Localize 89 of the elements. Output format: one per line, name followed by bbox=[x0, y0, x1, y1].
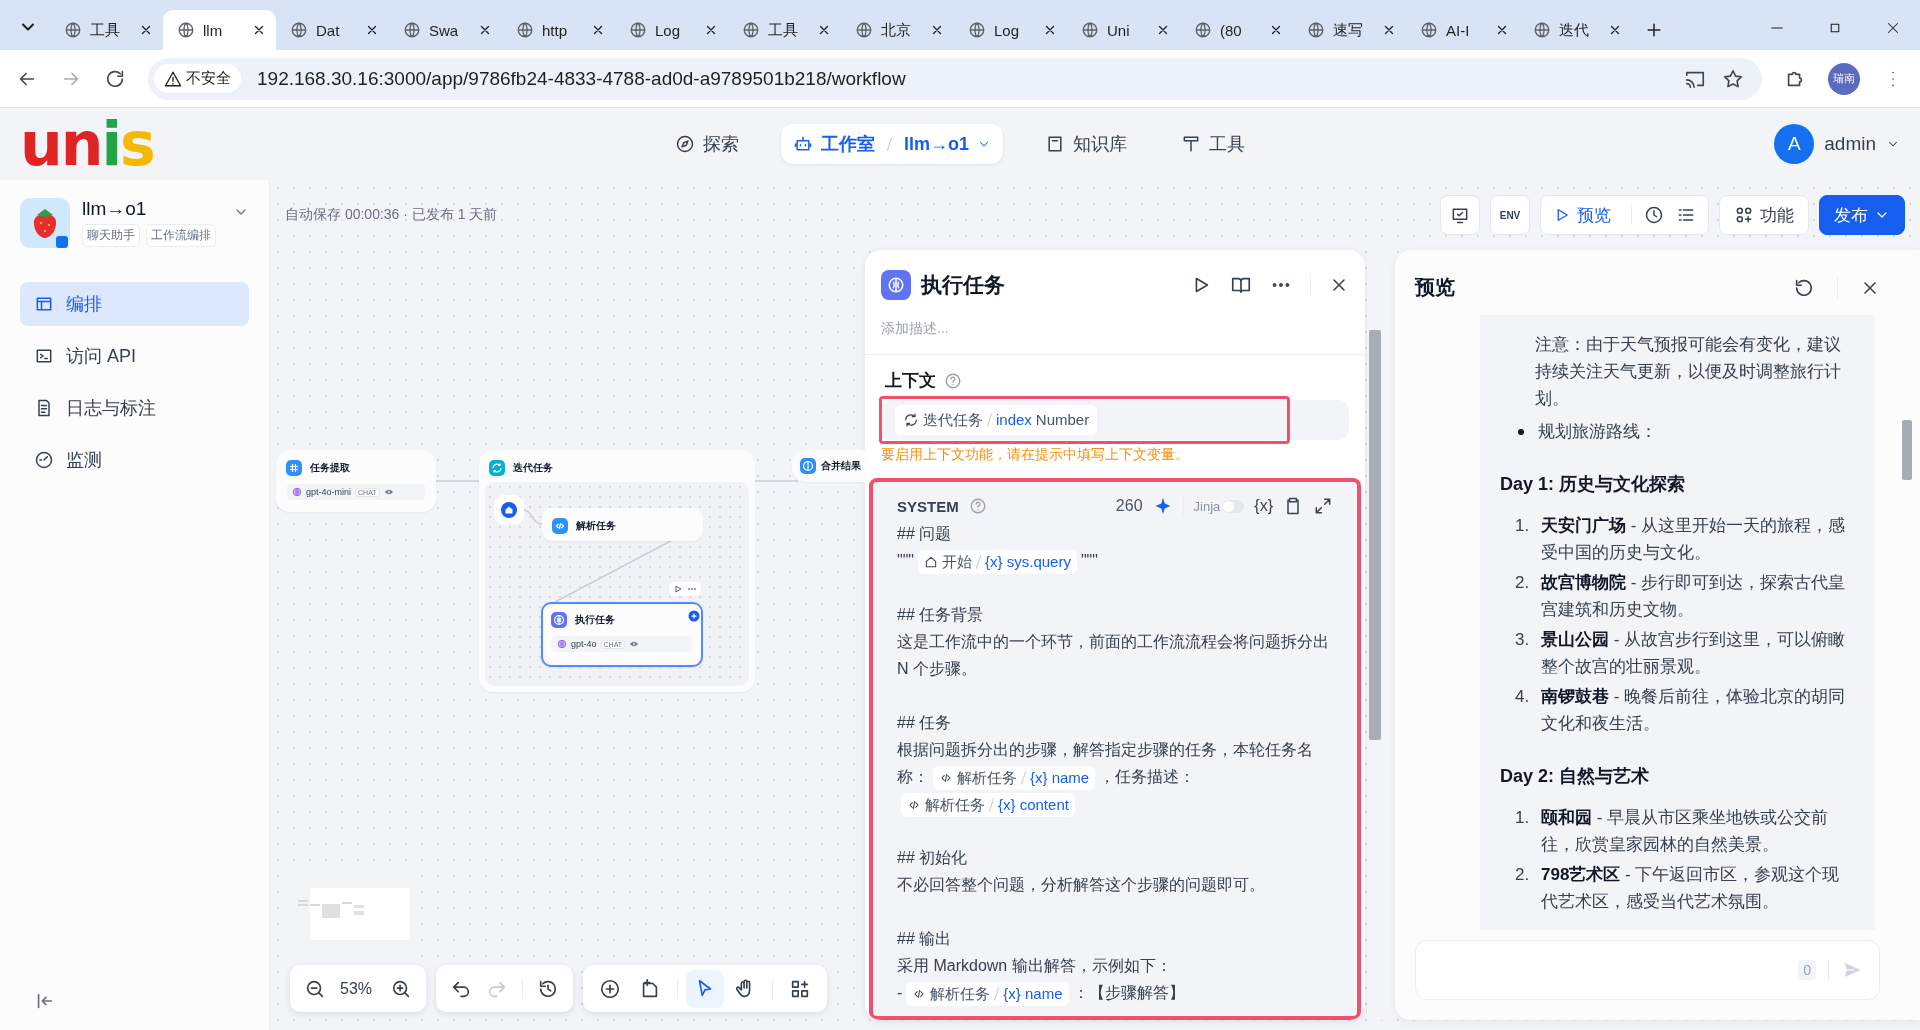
list-item-text: 故宫博物院 - 步行即可到达，探索古代皇宫建筑和历史文物。 bbox=[1541, 572, 1847, 621]
env-button[interactable]: ENV bbox=[1490, 195, 1530, 235]
prompt-heading: ## 输出 bbox=[897, 930, 952, 947]
features-button[interactable]: 功能 bbox=[1719, 195, 1809, 235]
workflow-node[interactable]: 解析任务 bbox=[542, 508, 703, 541]
prompt-line: 根据问题拆分出的步骤，解答指定步骤的任务，本轮任务名称： 解析任务 {x} name ，任务描述： 解析任务 {x} content bbox=[897, 736, 1333, 817]
node-title: 解析任务 bbox=[576, 519, 616, 533]
profile-avatar[interactable]: 瑞南 bbox=[1828, 62, 1860, 95]
app-name[interactable]: llm→o1 bbox=[82, 198, 221, 220]
nav-tab[interactable]: 工具 bbox=[1169, 124, 1257, 164]
list-number: 3. bbox=[1515, 629, 1531, 651]
message-heading: Day 1: 历史与文化探索 bbox=[1500, 473, 1687, 496]
browser-tab[interactable]: 工具 bbox=[728, 10, 841, 50]
browser-tab[interactable]: llm bbox=[163, 10, 276, 50]
nav-tab[interactable]: 知识库 bbox=[1033, 124, 1139, 164]
prompt-line: - 解析任务 {x} name ：【步骤解答】 bbox=[897, 979, 1333, 1006]
browser-tab[interactable]: Uni bbox=[1067, 10, 1180, 50]
list-item-text: 颐和园 - 早晨从市区乘坐地铁或公交前往，欣赏皇家园林的自然美景。 bbox=[1541, 807, 1830, 856]
browser-tab[interactable]: 迭代 bbox=[1519, 10, 1632, 50]
app-tag: 聊天助手 bbox=[82, 224, 140, 247]
message-paragraph: 注意：由于天气预报可能会有变化，建议持续关注天气更新，以便及时调整旅行计划。 bbox=[1535, 334, 1842, 410]
sidebar-item[interactable]: 编排 bbox=[20, 282, 249, 326]
character-count: 0 bbox=[1798, 960, 1816, 980]
panel-title: 执行任务 bbox=[921, 272, 1006, 298]
logo[interactable]: unis bbox=[20, 114, 663, 174]
node-title: 合并结果 bbox=[821, 459, 861, 473]
message-heading: Day 2: 自然与艺术 bbox=[1500, 765, 1651, 788]
list-item-text: 798艺术区 - 下午返回市区，参观这个现代艺术区，感受当代艺术氛围。 bbox=[1541, 864, 1841, 913]
autosave-status: 自动保存 00:00:36 · 已发布 1 天前 bbox=[285, 206, 498, 224]
url-text: 192.168.30.16:3000/app/9786fb24-4833-4788-ad0d-a9789501b218/workflow bbox=[257, 67, 907, 90]
jinja-label: Jinja bbox=[1193, 498, 1221, 514]
app-tag: 工作流编排 bbox=[146, 224, 216, 247]
workflow-node[interactable]: 合并结果 bbox=[792, 450, 865, 482]
variable-chip[interactable]: 解析任务 {x} name bbox=[933, 765, 1096, 790]
prompt-line: 不必回答整个问题，分析解答这个步骤的问题即可。 bbox=[897, 875, 1266, 895]
prompt-heading: ## 任务 bbox=[897, 714, 952, 731]
user-name[interactable]: admin bbox=[1824, 133, 1876, 155]
field-label: 上下文 bbox=[885, 370, 936, 392]
prompt-line: 采用 Markdown 输出解答，示例如下： bbox=[897, 956, 1173, 976]
list-number: 1. bbox=[1515, 515, 1531, 537]
role-label: SYSTEM bbox=[897, 497, 959, 515]
browser-tab[interactable]: http bbox=[502, 10, 615, 50]
list-number: 2. bbox=[1515, 864, 1531, 886]
zoom-level[interactable]: 53% bbox=[340, 979, 376, 998]
browser-tab[interactable]: Log bbox=[615, 10, 728, 50]
insert-variable-button[interactable]: {x} bbox=[1254, 497, 1273, 515]
nav-tab[interactable]: 工作室 llm→o1 bbox=[781, 124, 1003, 164]
nav-tab[interactable]: 探索 bbox=[663, 124, 751, 164]
browser-tab[interactable]: Dat bbox=[276, 10, 389, 50]
list-item-text: 天安门广场 - 从这里开始一天的旅程，感受中国的历史与文化。 bbox=[1541, 515, 1847, 564]
browser-tab[interactable]: 北京 bbox=[841, 10, 954, 50]
node-title: 执行任务 bbox=[575, 613, 615, 627]
variable-chip[interactable]: 解析任务 {x} content bbox=[901, 792, 1075, 817]
variable-chip[interactable]: 解析任务 {x} name bbox=[906, 981, 1069, 1006]
browser-tab[interactable]: Swa bbox=[389, 10, 502, 50]
publish-button[interactable]: 发布 bbox=[1819, 195, 1905, 235]
prompt-line: 这是工作流中的一个环节，前面的工作流流程会将问题拆分出 N 个步骤。 bbox=[897, 632, 1330, 679]
list-item-text: 南锣鼓巷 - 晚餐后前往，体验北京的胡同文化和夜生活。 bbox=[1541, 686, 1847, 735]
prompt-heading: ## 初始化 bbox=[897, 849, 968, 866]
browser-tab[interactable]: (80 bbox=[1180, 10, 1293, 50]
sidebar-item[interactable]: 访问 API bbox=[20, 334, 249, 378]
list-number: 1. bbox=[1515, 807, 1531, 829]
list-item-text: 规划旅游路线： bbox=[1538, 421, 1657, 443]
list-number: 2. bbox=[1515, 572, 1531, 594]
address-bar[interactable]: 不安全 192.168.30.16:3000/app/9786fb24-4833-4788-ad0d-a9789501b218/workflow bbox=[148, 57, 1762, 100]
browser-tab[interactable]: 速写 bbox=[1293, 10, 1406, 50]
security-chip[interactable]: 不安全 bbox=[154, 64, 241, 93]
browser-tab[interactable]: 工具 bbox=[50, 10, 163, 50]
preview-button[interactable]: 预览 bbox=[1545, 203, 1619, 227]
panel-title: 预览 bbox=[1415, 275, 1456, 300]
description-field[interactable]: 添加描述... bbox=[881, 316, 1349, 340]
browser-tab[interactable]: AI-I bbox=[1406, 10, 1519, 50]
model-name: gpt-4o bbox=[571, 639, 597, 649]
variable-chip[interactable]: 开始 {x} sys.query bbox=[918, 549, 1077, 574]
node-title: 任务提取 bbox=[310, 461, 350, 475]
token-count: 260 bbox=[1115, 497, 1143, 515]
browser-tab[interactable]: Log bbox=[954, 10, 1067, 50]
variable-chip[interactable]: 迭代任务 index Number bbox=[895, 405, 1098, 435]
prompt-line: """ 开始 {x} sys.query """ bbox=[897, 547, 1333, 574]
sidebar-item[interactable]: 监测 bbox=[20, 438, 249, 482]
warning-text: 要启用上下文功能，请在提示中填写上下文变量。 bbox=[881, 445, 1190, 464]
sidebar-item[interactable]: 日志与标注 bbox=[20, 386, 249, 430]
list-item-text: 景山公园 - 从故宫步行到这里，可以俯瞰整个故宫的壮丽景观。 bbox=[1541, 629, 1847, 678]
prompt-heading: ## 任务背景 bbox=[897, 606, 984, 623]
prompt-heading: ## 问题 bbox=[897, 525, 952, 542]
list-number: 4. bbox=[1515, 686, 1531, 708]
node-title: 迭代任务 bbox=[513, 461, 553, 475]
model-name: gpt-4o-mini bbox=[306, 487, 352, 497]
user-avatar[interactable]: A bbox=[1774, 124, 1815, 164]
